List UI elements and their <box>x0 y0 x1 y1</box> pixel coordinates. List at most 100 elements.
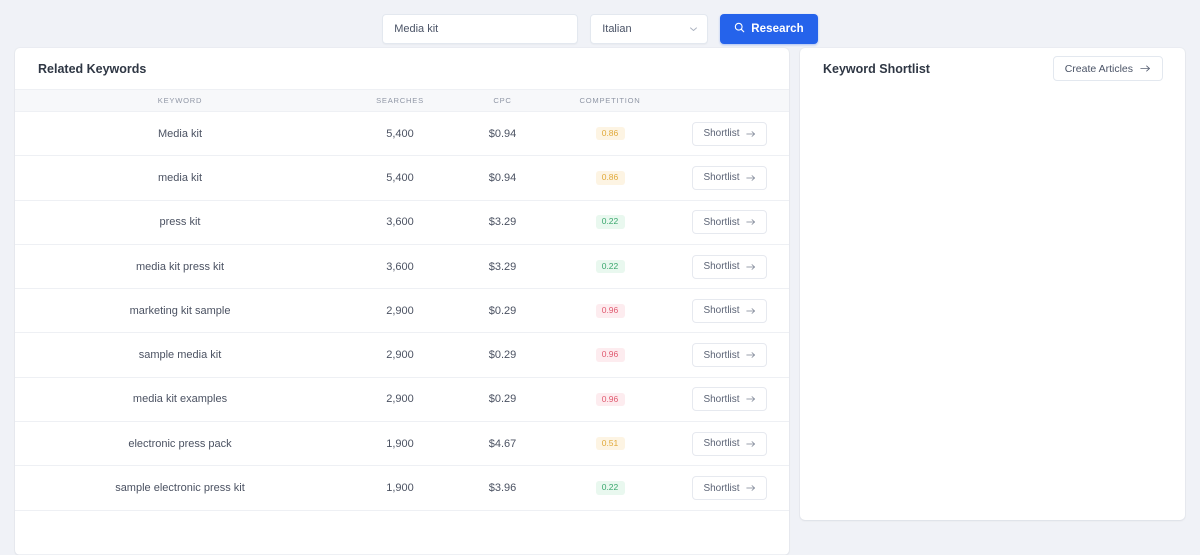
table-row[interactable]: media kit press kit 3,600 $3.29 0.22 Shortli… <box>15 244 789 290</box>
cell-cpc: $0.94 <box>455 111 550 157</box>
competition-badge: 0.51 <box>595 436 625 451</box>
arrow-right-icon <box>745 263 756 271</box>
related-keywords-panel: Related Keywords KEYWORD SEARCHES CPC CO… <box>15 48 789 555</box>
shortlist-button[interactable]: Shortlist <box>692 210 767 235</box>
table-row[interactable]: marketing kit sample 2,900 $0.29 0.96 Shortl… <box>15 288 789 334</box>
arrow-right-icon <box>745 174 756 182</box>
research-button-label: Research <box>751 23 804 35</box>
arrow-right-icon <box>745 130 756 138</box>
cell-cpc: $0.94 <box>455 155 550 201</box>
shortlist-button[interactable]: Shortlist <box>692 387 767 412</box>
table-row[interactable]: media kit examples 2,900 $0.29 0.96 Shortlis… <box>15 377 789 423</box>
shortlist-button-label: Shortlist <box>703 305 740 317</box>
related-keywords-table: KEYWORD SEARCHES CPC COMPETITION Media k… <box>15 89 789 555</box>
arrow-right-icon <box>745 484 756 492</box>
shortlist-button[interactable]: Shortlist <box>692 476 767 501</box>
cell-searches: 1,900 <box>345 465 455 511</box>
shortlist-button-label: Shortlist <box>703 393 740 405</box>
keyword-shortlist-title: Keyword Shortlist <box>823 61 930 76</box>
cell-competition: 0.22 <box>550 465 670 511</box>
cell-competition: 0.96 <box>550 377 670 423</box>
keyword-shortlist-header: Keyword Shortlist Create Articles <box>800 48 1185 89</box>
shortlist-button[interactable]: Shortlist <box>692 431 767 456</box>
cell-competition: 0.22 <box>550 200 670 245</box>
arrow-right-icon <box>745 395 756 403</box>
cell-searches: 5,400 <box>345 111 455 157</box>
competition-badge: 0.22 <box>595 481 625 495</box>
cell-cpc: $3.29 <box>455 200 550 245</box>
cell-competition: 0.51 <box>550 421 670 467</box>
table-row[interactable]: press kit 3,600 $3.29 0.22 Shortlist <box>15 200 789 245</box>
cell-searches: 3,600 <box>345 200 455 245</box>
cell-keyword <box>15 510 345 555</box>
cell-searches: 2,900 <box>345 332 455 378</box>
competition-badge: 0.86 <box>595 171 625 185</box>
cell-cpc: $3.29 <box>455 244 550 290</box>
cell-actions: Shortlist <box>670 111 789 157</box>
cell-actions: Shortlist <box>670 465 789 511</box>
search-toolbar: Italian Research <box>0 0 1200 48</box>
column-header-cpc[interactable]: CPC <box>455 89 550 112</box>
cell-searches: 5,400 <box>345 155 455 201</box>
cell-keyword: sample media kit <box>15 332 345 378</box>
table-row[interactable]: sample electronic press kit 1,900 $3.96 0.2… <box>15 465 789 511</box>
cell-keyword: media kit press kit <box>15 244 345 290</box>
cell-keyword: Media kit <box>15 111 345 157</box>
shortlist-button[interactable]: Shortlist <box>692 254 767 279</box>
cell-competition: 0.96 <box>550 332 670 378</box>
cell-keyword: electronic press pack <box>15 421 345 467</box>
cell-actions: Shortlist <box>670 377 789 423</box>
cell-actions: Shortlist <box>670 244 789 290</box>
cell-keyword: sample electronic press kit <box>15 465 345 511</box>
shortlist-button-label: Shortlist <box>703 438 740 450</box>
cell-searches <box>345 510 455 555</box>
competition-badge: 0.96 <box>595 392 625 407</box>
shortlist-button[interactable]: Shortlist <box>692 298 767 323</box>
cell-actions: Shortlist <box>670 288 789 334</box>
cell-searches: 3,600 <box>345 244 455 290</box>
column-header-actions <box>670 89 789 112</box>
competition-badge: 0.22 <box>595 259 625 274</box>
research-button[interactable]: Research <box>720 14 818 44</box>
cell-competition: 0.86 <box>550 155 670 201</box>
cell-actions: Shortlist <box>670 332 789 378</box>
table-row[interactable]: media kit 5,400 $0.94 0.86 Shortlist <box>15 155 789 201</box>
chevron-down-icon <box>689 25 698 34</box>
arrow-right-icon <box>745 307 756 315</box>
cell-keyword: marketing kit sample <box>15 288 345 334</box>
create-articles-button[interactable]: Create Articles <box>1052 56 1163 81</box>
shortlist-button-label: Shortlist <box>703 261 740 273</box>
shortlist-button-label: Shortlist <box>703 349 740 361</box>
cell-searches: 2,900 <box>345 377 455 423</box>
cell-competition: 0.96 <box>550 288 670 334</box>
related-keywords-body: Media kit 5,400 $0.94 0.86 Shortlist media ki… <box>15 111 789 555</box>
shortlist-button[interactable]: Shortlist <box>692 343 767 368</box>
shortlist-button[interactable]: Shortlist <box>692 165 767 190</box>
cell-cpc: $4.67 <box>455 421 550 467</box>
cell-keyword: media kit <box>15 155 345 201</box>
main-content: Related Keywords KEYWORD SEARCHES CPC CO… <box>0 48 1200 555</box>
competition-badge: 0.96 <box>595 304 625 318</box>
column-header-keyword[interactable]: KEYWORD <box>15 89 345 112</box>
competition-badge: 0.96 <box>595 348 625 362</box>
language-select[interactable]: Italian <box>590 14 709 44</box>
create-articles-label: Create Articles <box>1064 62 1133 75</box>
table-row[interactable] <box>15 510 789 555</box>
cell-competition: 0.22 <box>550 244 670 290</box>
table-header-row: KEYWORD SEARCHES CPC COMPETITION <box>15 89 789 112</box>
language-select-value: Italian <box>602 23 632 35</box>
table-row[interactable]: Media kit 5,400 $0.94 0.86 Shortlist <box>15 111 789 157</box>
cell-cpc <box>455 510 550 555</box>
competition-badge: 0.86 <box>595 126 625 141</box>
search-icon <box>734 22 745 36</box>
column-header-searches[interactable]: SEARCHES <box>345 89 455 112</box>
keyword-shortlist-panel: Keyword Shortlist Create Articles <box>800 48 1185 520</box>
cell-cpc: $0.29 <box>455 332 550 378</box>
column-header-competition[interactable]: COMPETITION <box>550 89 670 112</box>
table-row[interactable]: sample media kit 2,900 $0.29 0.96 Shortlist <box>15 332 789 378</box>
table-row[interactable]: electronic press pack 1,900 $4.67 0.51 Short… <box>15 421 789 467</box>
shortlist-button[interactable]: Shortlist <box>692 121 767 146</box>
cell-actions: Shortlist <box>670 421 789 467</box>
cell-actions <box>670 510 789 555</box>
keyword-search-input[interactable] <box>382 14 579 44</box>
